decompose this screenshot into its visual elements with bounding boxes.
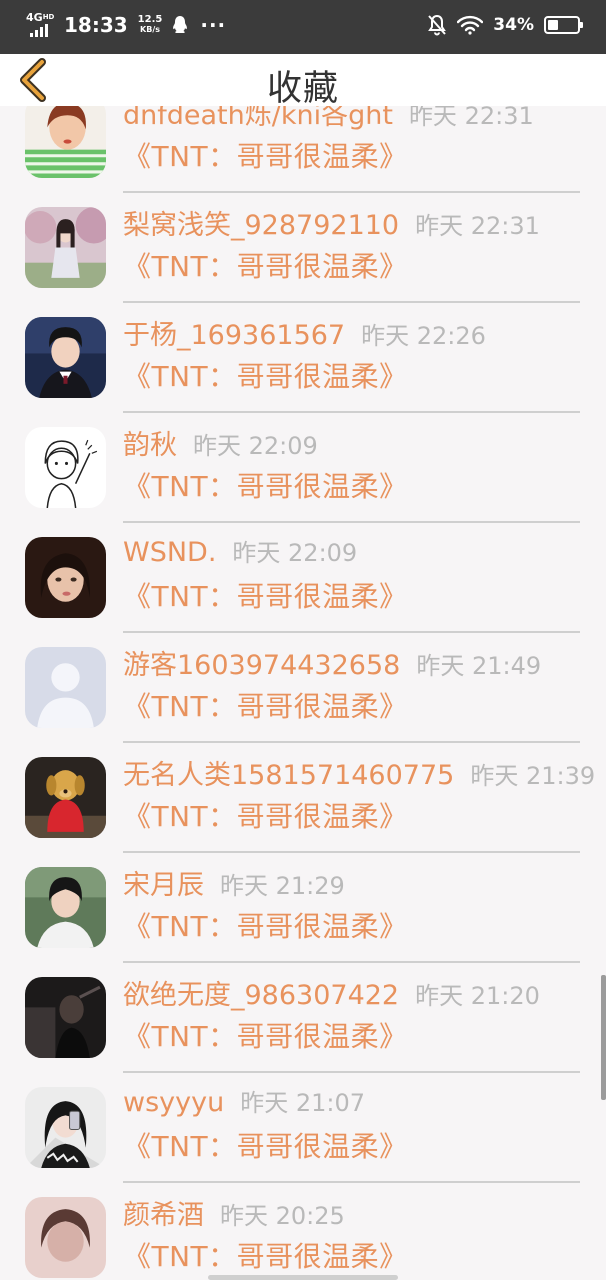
list-item[interactable]: dnfdeath烁/kni各ght 昨天 22:31 《TNT：哥哥很温柔》 bbox=[0, 106, 606, 193]
network-type: 4G bbox=[26, 11, 43, 24]
timestamp: 昨天 22:31 bbox=[415, 212, 540, 240]
list-item[interactable]: wsyyyu 昨天 21:07 《TNT：哥哥很温柔》 bbox=[0, 1073, 606, 1183]
page-title: 收藏 bbox=[266, 69, 339, 109]
network-speed: 12.5 KB/s bbox=[138, 15, 163, 35]
more-notifications: ··· bbox=[200, 13, 227, 37]
favorites-list-inner: dnfdeath烁/kni各ght 昨天 22:31 《TNT：哥哥很温柔》 梨… bbox=[0, 106, 606, 1280]
nav-bar: 收藏 bbox=[0, 54, 606, 109]
girl-in-blossoms-avatar[interactable] bbox=[25, 207, 106, 288]
timestamp: 昨天 21:39 bbox=[470, 762, 596, 790]
sketch-girl-avatar-image bbox=[25, 427, 106, 508]
work-title[interactable]: 《TNT：哥哥很温柔》 bbox=[123, 1235, 408, 1275]
username[interactable]: 梨窝浅笑_928792110 bbox=[123, 203, 399, 242]
username[interactable]: 韵秋 bbox=[123, 423, 177, 462]
illustrated-girl-avatar-image bbox=[25, 106, 106, 178]
timestamp: 昨天 21:07 bbox=[240, 1089, 365, 1117]
dark-photo-avatar-image bbox=[25, 977, 106, 1058]
list-item[interactable]: 宋月辰 昨天 21:29 《TNT：哥哥很温柔》 bbox=[0, 853, 606, 963]
work-title[interactable]: 《TNT：哥哥很温柔》 bbox=[123, 135, 408, 175]
battery-percent: 34% bbox=[493, 15, 534, 35]
home-indicator[interactable] bbox=[208, 1275, 398, 1280]
silent-bell-icon bbox=[428, 14, 447, 36]
username[interactable]: dnfdeath烁/kni各ght bbox=[123, 106, 393, 132]
status-bar: 4GHD 18:33 12.5 KB/s ··· 34% bbox=[0, 0, 606, 54]
username[interactable]: 宋月辰 bbox=[123, 863, 204, 902]
dark-hair-girl-avatar[interactable] bbox=[25, 537, 106, 618]
sketch-girl-avatar[interactable] bbox=[25, 427, 106, 508]
dog-avatar-image bbox=[25, 757, 106, 838]
timestamp: 昨天 21:49 bbox=[416, 652, 542, 680]
battery-fill bbox=[548, 20, 558, 30]
illustrated-girl-avatar[interactable] bbox=[25, 106, 106, 178]
signal-icon: 4GHD bbox=[26, 12, 56, 38]
status-right: 34% bbox=[427, 14, 583, 36]
dark-hair-girl-avatar-image bbox=[25, 537, 106, 618]
timestamp: 昨天 20:25 bbox=[220, 1202, 345, 1230]
list-item[interactable]: 于杨_169361567 昨天 22:26 《TNT：哥哥很温柔》 bbox=[0, 303, 606, 413]
username[interactable]: 游客1603974432658 bbox=[123, 643, 400, 682]
selfie-girl-avatar-image bbox=[25, 1087, 106, 1168]
selfie-girl-avatar[interactable] bbox=[25, 1087, 106, 1168]
work-title[interactable]: 《TNT：哥哥很温柔》 bbox=[123, 795, 408, 835]
username[interactable]: wsyyyu bbox=[123, 1087, 224, 1118]
boy-in-suit-avatar[interactable] bbox=[25, 317, 106, 398]
work-title[interactable]: 《TNT：哥哥很温柔》 bbox=[123, 1125, 408, 1165]
girl-in-blossoms-avatar-image bbox=[25, 207, 106, 288]
favorites-list[interactable]: dnfdeath烁/kni各ght 昨天 22:31 《TNT：哥哥很温柔》 梨… bbox=[0, 106, 606, 1280]
username[interactable]: 无名人类1581571460775 bbox=[123, 753, 454, 792]
qq-icon bbox=[173, 16, 188, 34]
timestamp: 昨天 22:09 bbox=[232, 539, 358, 567]
speed-value: 12.5 bbox=[137, 14, 163, 25]
timestamp: 昨天 22:31 bbox=[408, 106, 534, 130]
timestamp: 昨天 22:26 bbox=[361, 322, 486, 350]
boy-outdoor-avatar-image bbox=[25, 867, 106, 948]
list-item[interactable]: WSND. 昨天 22:09 《TNT：哥哥很温柔》 bbox=[0, 523, 606, 633]
pink-photo-avatar-image bbox=[25, 1197, 106, 1278]
timestamp: 昨天 21:20 bbox=[415, 982, 540, 1010]
wifi-icon bbox=[457, 15, 484, 35]
work-title[interactable]: 《TNT：哥哥很温柔》 bbox=[123, 685, 408, 725]
timestamp: 昨天 21:29 bbox=[220, 872, 345, 900]
work-title[interactable]: 《TNT：哥哥很温柔》 bbox=[123, 575, 408, 615]
dog-avatar[interactable] bbox=[25, 757, 106, 838]
boy-outdoor-avatar[interactable] bbox=[25, 867, 106, 948]
username[interactable]: 颜希酒 bbox=[123, 1193, 204, 1232]
username[interactable]: WSND. bbox=[123, 537, 216, 568]
list-item[interactable]: 游客1603974432658 昨天 21:49 《TNT：哥哥很温柔》 bbox=[0, 633, 606, 743]
list-item[interactable]: 梨窝浅笑_928792110 昨天 22:31 《TNT：哥哥很温柔》 bbox=[0, 193, 606, 303]
network-hd: HD bbox=[42, 13, 55, 21]
pink-photo-avatar[interactable] bbox=[25, 1197, 106, 1278]
work-title[interactable]: 《TNT：哥哥很温柔》 bbox=[123, 355, 408, 395]
work-title[interactable]: 《TNT：哥哥很温柔》 bbox=[123, 905, 408, 945]
work-title[interactable]: 《TNT：哥哥很温柔》 bbox=[123, 1015, 408, 1055]
work-title[interactable]: 《TNT：哥哥很温柔》 bbox=[123, 245, 408, 285]
default-user-avatar-image bbox=[25, 647, 106, 728]
username[interactable]: 于杨_169361567 bbox=[123, 313, 345, 352]
list-item[interactable]: 欲绝无度_986307422 昨天 21:20 《TNT：哥哥很温柔》 bbox=[0, 963, 606, 1073]
work-title[interactable]: 《TNT：哥哥很温柔》 bbox=[123, 465, 408, 505]
list-item[interactable]: 无名人类1581571460775 昨天 21:39 《TNT：哥哥很温柔》 bbox=[0, 743, 606, 853]
battery-icon bbox=[544, 16, 583, 34]
username[interactable]: 欲绝无度_986307422 bbox=[123, 973, 399, 1012]
clock: 18:33 bbox=[64, 13, 128, 37]
boy-in-suit-avatar-image bbox=[25, 317, 106, 398]
default-user-avatar[interactable] bbox=[25, 647, 106, 728]
status-left: 4GHD 18:33 12.5 KB/s ··· bbox=[26, 12, 226, 38]
timestamp: 昨天 22:09 bbox=[193, 432, 318, 460]
list-item[interactable]: 颜希酒 昨天 20:25 《TNT：哥哥很温柔》 bbox=[0, 1183, 606, 1280]
list-item[interactable]: 韵秋 昨天 22:09 《TNT：哥哥很温柔》 bbox=[0, 413, 606, 523]
speed-unit: KB/s bbox=[140, 25, 160, 34]
dark-photo-avatar[interactable] bbox=[25, 977, 106, 1058]
scrollbar[interactable] bbox=[601, 975, 606, 1100]
